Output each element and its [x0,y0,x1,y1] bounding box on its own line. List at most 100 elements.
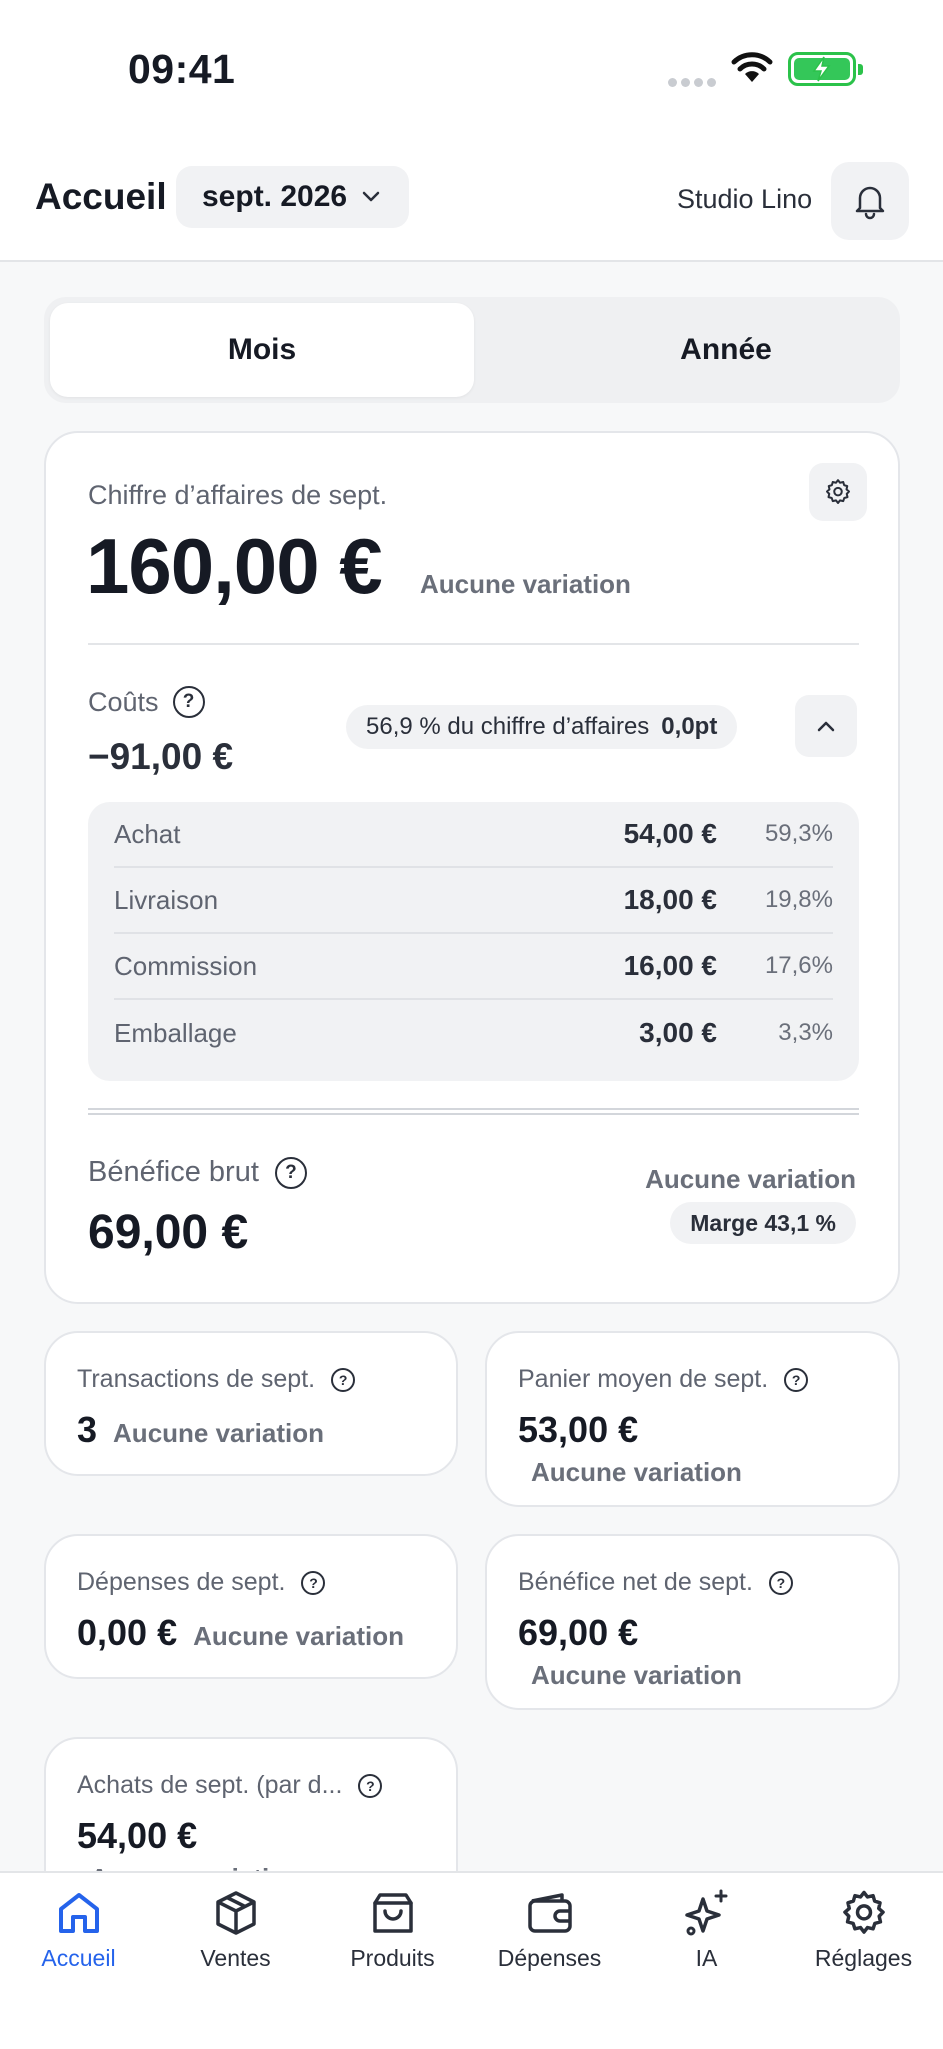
cost-percent: 19,8% [764,886,833,913]
tab-label: IA [695,1945,718,1971]
costs-label: Coûts [88,686,159,717]
revenue-variation: Aucune variation [420,569,631,599]
month-selector-button[interactable]: sept. 2026 [176,166,410,228]
wifi-icon [730,50,774,89]
cost-percent: 3,3% [778,1019,833,1046]
collapse-costs-button[interactable] [795,695,857,757]
tab-label: Réglages [814,1945,913,1971]
costs-share-delta: 0,0pt [661,713,718,740]
bell-icon [855,186,885,220]
cost-name: Emballage [114,1017,237,1048]
store-name[interactable]: Studio Lino [677,184,812,215]
card-label-row: Transactions de sept. ? [77,1365,356,1394]
card-label-row: Achats de sept. (par d... ? [77,1771,383,1800]
net-profit-label: Bénéfice net de sept. [518,1568,753,1596]
net-profit-value: 69,00 € [518,1612,639,1653]
help-icon[interactable]: ? [331,1367,356,1392]
cost-amount: 18,00 € [623,884,717,915]
purchases-label: Achats de sept. (par d... [77,1771,343,1799]
help-icon[interactable]: ? [784,1367,809,1392]
page-title: Accueil [35,176,167,217]
cost-row-delivery: Livraison 18,00 € 19,8% [114,868,833,934]
battery-charging-icon [788,52,863,86]
gross-profit-variation: Aucune variation [645,1164,856,1194]
tab-products[interactable]: Produits [314,1887,471,1972]
divider [88,643,859,645]
status-time: 09:41 [128,46,236,92]
tab-home[interactable]: Accueil [0,1887,157,1972]
transactions-variation: Aucune variation [113,1418,324,1448]
purchases-value: 54,00 € [77,1815,198,1856]
tab-year[interactable]: Année [514,303,938,397]
cost-row-commission: Commission 16,00 € 17,6% [114,934,833,1000]
tab-ai[interactable]: IA [628,1887,785,1972]
app-header: Accueil sept. 2026 Studio Lino [0,140,943,262]
month-selector-label: sept. 2026 [202,180,348,213]
costs-breakdown-list: Achat 54,00 € 59,3% Livraison 18,00 € 19… [88,802,859,1081]
gear-icon [842,1890,885,1934]
margin-badge: Marge 43,1 % [670,1202,856,1244]
help-icon[interactable]: ? [274,1156,307,1189]
revenue-label: Chiffre d’affaires de sept. [88,480,388,510]
transactions-value: 3 [77,1409,98,1450]
box-icon [215,1891,256,1935]
home-icon [58,1893,99,1933]
bottom-tab-bar: Accueil Ventes Produits Dépenses IA Régl… [0,1871,943,2049]
card-label-row: Dépenses de sept. ? [77,1568,326,1597]
costs-share-label: 56,9 % du chiffre d’affaires [366,713,650,740]
gross-profit-label: Bénéfice brut [88,1156,259,1188]
cost-name: Achat [114,818,181,849]
card-label-row: Bénéfice net de sept. ? [518,1568,793,1597]
costs-label-row: Coûts ? [88,686,205,718]
card-value-row: 0,00 € Aucune variation [77,1612,404,1654]
net-profit-card[interactable]: Bénéfice net de sept. ? 69,00 € Aucune v… [485,1534,900,1710]
cost-percent: 17,6% [764,952,833,979]
revenue-value: 160,00 € [86,522,383,610]
sparkles-icon [684,1889,727,1936]
gross-profit-label-row: Bénéfice brut ? [88,1156,307,1189]
expenses-variation: Aucune variation [193,1621,405,1651]
card-value-row: 3 Aucune variation [77,1409,324,1451]
card-settings-button[interactable] [809,463,867,521]
cost-amount: 54,00 € [623,818,717,849]
cost-percent: 59,3% [764,820,833,847]
help-icon[interactable]: ? [358,1773,383,1798]
cost-row-purchase: Achat 54,00 € 59,3% [114,802,833,868]
average-basket-card[interactable]: Panier moyen de sept. ? 53,00 € Aucune v… [485,1331,900,1507]
tab-label: Ventes [200,1945,271,1971]
revenue-card: Chiffre d’affaires de sept. 160,00 € Auc… [44,431,900,1304]
help-icon[interactable]: ? [768,1570,793,1595]
transactions-label: Transactions de sept. [77,1365,316,1393]
help-icon[interactable]: ? [172,686,205,718]
tab-month[interactable]: Mois [50,303,474,397]
cost-amount: 3,00 € [639,1017,717,1048]
average-basket-value: 53,00 € [518,1409,639,1450]
status-bar: 09:41 [0,0,943,140]
average-basket-label: Panier moyen de sept. [518,1365,769,1393]
cost-row-packaging: Emballage 3,00 € 3,3% [114,1000,833,1066]
shopping-bag-icon [372,1893,413,1933]
transactions-card[interactable]: Transactions de sept. ? 3 Aucune variati… [44,1331,458,1476]
gear-icon [826,479,850,504]
chevron-up-icon [817,721,835,732]
tab-label: Produits [350,1945,435,1971]
tab-label: Accueil [41,1945,116,1971]
chevron-down-icon [362,191,380,202]
tab-expenses[interactable]: Dépenses [471,1887,628,1972]
help-icon[interactable]: ? [301,1570,326,1595]
costs-share-badge: 56,9 % du chiffre d’affaires 0,0pt [346,705,738,749]
notifications-button[interactable] [831,162,909,240]
expenses-card[interactable]: Dépenses de sept. ? 0,00 € Aucune variat… [44,1534,458,1679]
expenses-value: 0,00 € [77,1612,178,1653]
card-label-row: Panier moyen de sept. ? [518,1365,809,1394]
tab-settings[interactable]: Réglages [785,1887,942,1972]
average-basket-variation: Aucune variation [531,1457,742,1487]
cellular-signal-icon [668,74,720,92]
cost-name: Livraison [114,884,219,915]
tab-sales[interactable]: Ventes [157,1887,314,1972]
tab-label: Dépenses [497,1945,602,1971]
cost-name: Commission [114,950,258,981]
net-profit-variation: Aucune variation [531,1660,742,1690]
cost-amount: 16,00 € [623,950,717,981]
costs-value: −91,00 € [88,736,234,777]
